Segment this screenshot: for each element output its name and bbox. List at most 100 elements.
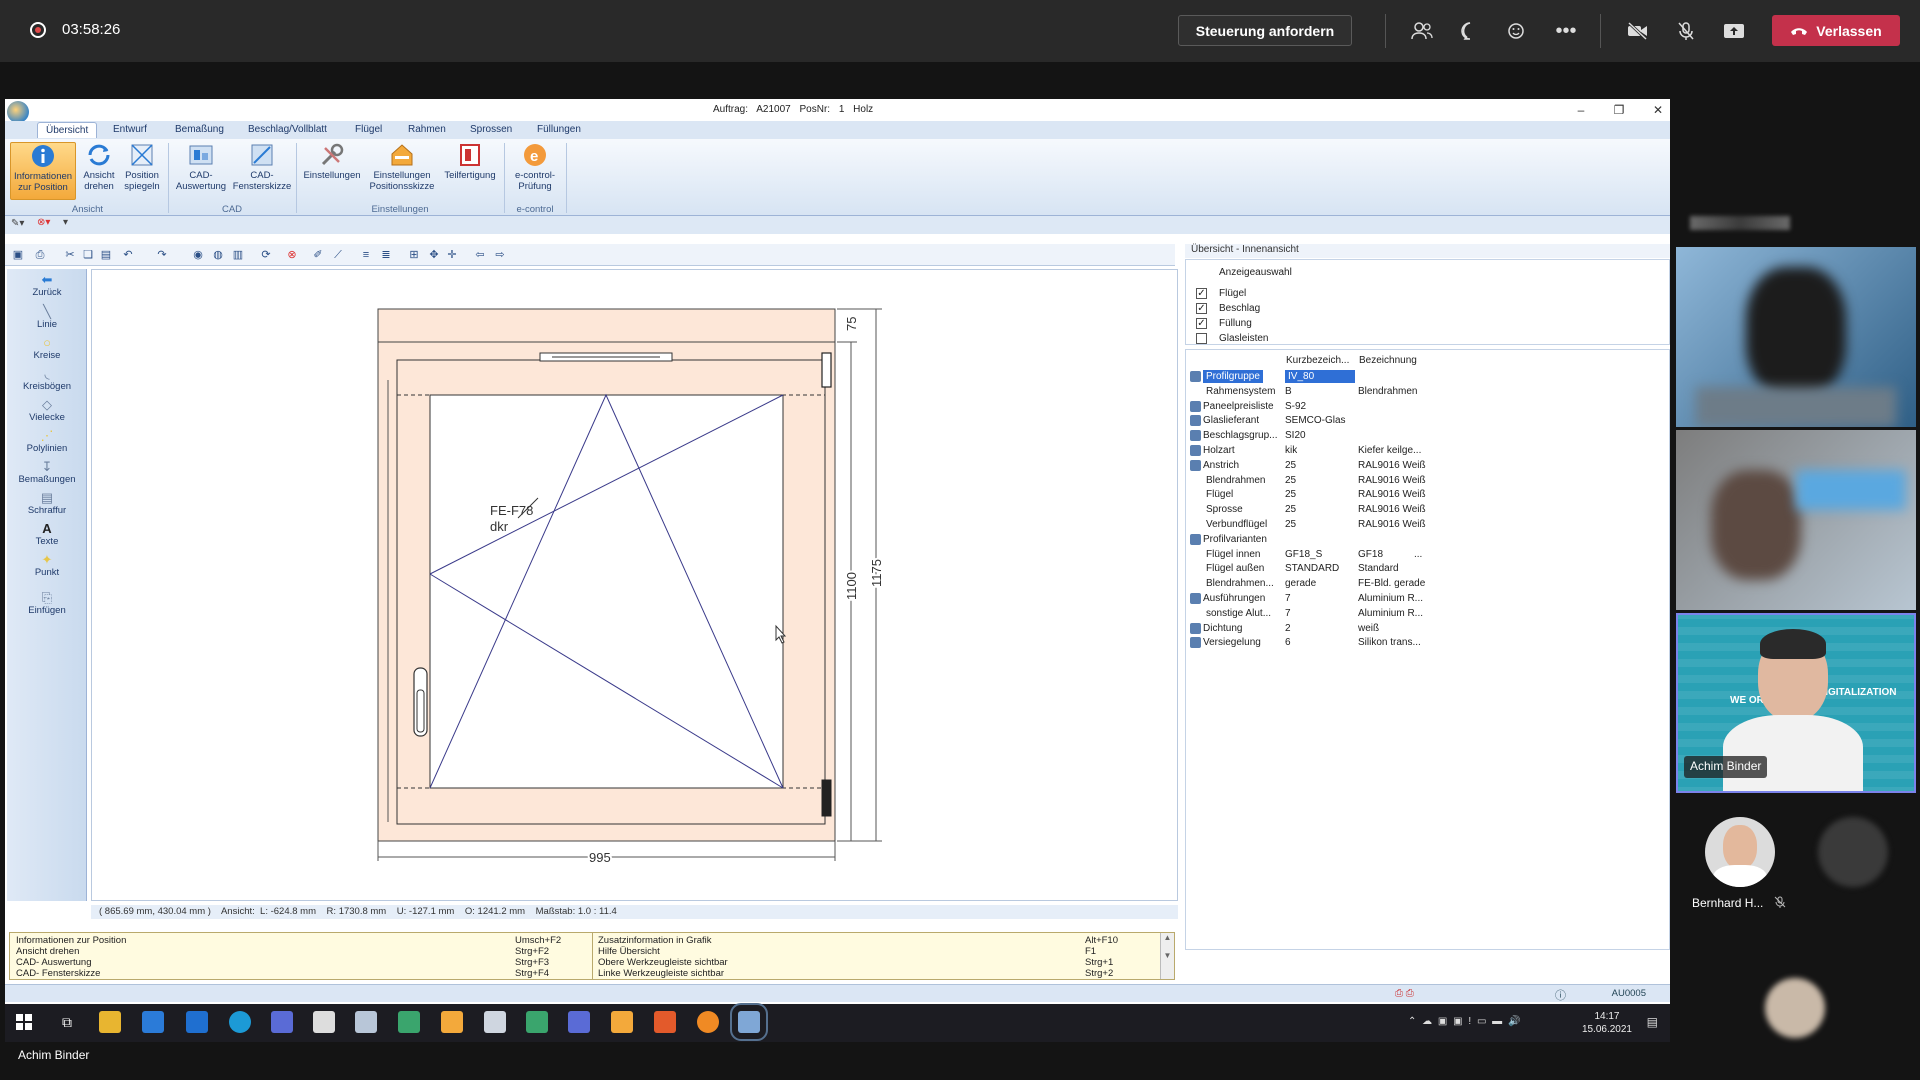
tab-fluegel[interactable]: Flügel <box>355 124 382 135</box>
app-icon-generic[interactable] <box>441 1011 463 1033</box>
paste-icon[interactable]: ▤ <box>99 248 113 262</box>
property-row[interactable]: Flügel 25 RAL9016 Weiß <box>1186 488 1670 502</box>
view-icon[interactable]: ◉ <box>191 248 205 262</box>
undo-icon[interactable]: ↶ <box>121 248 135 262</box>
property-row[interactable]: Glaslieferant SEMCO-Glas <box>1186 414 1670 428</box>
tab-bemassung[interactable]: Bemaßung <box>175 124 224 135</box>
property-row[interactable]: Profilgruppe IV_80 <box>1186 370 1670 384</box>
cad-sketch-button[interactable]: CAD-Fensterskizze <box>231 142 293 200</box>
chat-icon[interactable] <box>1456 17 1484 45</box>
app-icon-generic[interactable] <box>484 1011 506 1033</box>
outlook-icon[interactable] <box>186 1011 208 1033</box>
property-row[interactable]: Flügel außen STANDARD Standard <box>1186 562 1670 576</box>
tool-circles[interactable]: ○ Kreise <box>7 336 87 362</box>
property-row[interactable]: Verbundflügel 25 RAL9016 Weiß <box>1186 518 1670 532</box>
save-icon[interactable]: ▣ <box>11 248 25 262</box>
tab-beschlag[interactable]: Beschlag/Vollblatt <box>248 124 327 135</box>
participant-video-2[interactable] <box>1676 430 1916 610</box>
redo-icon[interactable]: ↷ <box>155 248 169 262</box>
stop-icon[interactable]: ⊗ <box>285 248 299 262</box>
more-options-icon[interactable]: ••• <box>1552 17 1580 45</box>
property-row[interactable]: Dichtung 2 weiß <box>1186 622 1670 636</box>
store-icon[interactable] <box>142 1011 164 1033</box>
firefox-icon[interactable] <box>697 1011 719 1033</box>
restore-icon[interactable]: ❐ <box>1609 101 1629 119</box>
settings-button[interactable]: Einstellungen <box>299 142 365 200</box>
refresh-icon[interactable]: ⟳ <box>259 248 273 262</box>
notification-icon[interactable]: ▤ <box>1647 1015 1658 1029</box>
tool-point[interactable]: ✦ Punkt <box>7 553 87 579</box>
property-row[interactable]: Versiegelung 6 Silikon trans... <box>1186 636 1670 650</box>
rotate-view-button[interactable]: Ansicht drehen <box>79 142 119 200</box>
windows-start-icon[interactable] <box>16 1014 34 1032</box>
tab-uebersicht[interactable]: Übersicht <box>37 122 98 138</box>
distribute-icon[interactable]: ≣ <box>379 248 393 262</box>
property-row[interactable]: Anstrich 25 RAL9016 Weiß <box>1186 459 1670 473</box>
app-icon-generic[interactable] <box>526 1011 548 1033</box>
avatar-blurred[interactable] <box>1818 817 1888 887</box>
property-row[interactable]: Flügel innen GF18_S GF18... <box>1186 548 1670 562</box>
mic-muted-icon[interactable] <box>1672 17 1700 45</box>
pan-icon[interactable]: ✥ <box>427 248 441 262</box>
quick-access-cancel-icon[interactable]: ⊗▾ <box>37 217 50 228</box>
part-production-button[interactable]: Teilfertigung <box>439 142 501 200</box>
property-row[interactable]: Blendrahmen... gerade FE-Bld. gerade <box>1186 577 1670 591</box>
info-position-button[interactable]: Informationen zur Position <box>10 142 76 200</box>
app-icon-generic[interactable] <box>568 1011 590 1033</box>
brush-icon[interactable]: ✐ <box>311 248 325 262</box>
tool-polygons[interactable]: ◇ Vielecke <box>7 398 87 424</box>
arrow-left-icon[interactable]: ⇦ <box>473 248 487 262</box>
property-row[interactable]: Holzart kik Kiefer keilge... <box>1186 444 1670 458</box>
cad-app-icon[interactable] <box>730 1003 768 1041</box>
explorer-icon[interactable] <box>99 1011 121 1033</box>
camera-off-icon[interactable] <box>1624 17 1652 45</box>
avatar-bernhard[interactable] <box>1705 817 1775 887</box>
property-row[interactable]: Sprosse 25 RAL9016 Weiß <box>1186 503 1670 517</box>
quick-access-customize-icon[interactable]: ▾ <box>63 217 68 228</box>
tool-insert[interactable]: ⎘ Einfügen <box>7 591 87 617</box>
cad-evaluation-button[interactable]: CAD-Auswertung <box>171 142 231 200</box>
checkbox-beschlag[interactable]: ✓ <box>1196 303 1207 314</box>
move-icon[interactable]: ✛ <box>445 248 459 262</box>
help-scrollbar[interactable]: ▲ ▼ <box>1160 933 1174 979</box>
share-screen-icon[interactable] <box>1720 17 1748 45</box>
app-icon-generic[interactable] <box>611 1011 633 1033</box>
app-icon-generic[interactable] <box>355 1011 377 1033</box>
mirror-position-button[interactable]: Position spiegeln <box>120 142 164 200</box>
tool-arcs[interactable]: ◟ Kreisbögen <box>7 367 87 393</box>
tab-rahmen[interactable]: Rahmen <box>408 124 446 135</box>
e-control-check-button[interactable]: e e-control-Prüfung <box>507 142 563 200</box>
checkbox-fuellung[interactable]: ✓ <box>1196 318 1207 329</box>
teams-icon[interactable] <box>271 1011 293 1033</box>
measure-icon[interactable]: ⟋ <box>331 248 345 262</box>
avatar-blurred-bottom[interactable] <box>1765 978 1825 1038</box>
layers-icon[interactable]: ◍ <box>211 248 225 262</box>
align-icon[interactable]: ≡ <box>359 248 373 262</box>
property-row[interactable]: Beschlagsgrup... SI20 <box>1186 429 1670 443</box>
property-row[interactable]: Profilvarianten <box>1186 533 1670 547</box>
copy-icon[interactable]: ❏ <box>81 248 95 262</box>
tool-hatching[interactable]: ▤ Schraffur <box>7 491 87 517</box>
close-icon[interactable]: ✕ <box>1648 101 1668 119</box>
tool-line[interactable]: ╲ Linie <box>7 305 87 331</box>
status-print-icon[interactable]: ⎙ ⎙ <box>1395 988 1414 999</box>
tool-texts[interactable]: A Texte <box>7 522 87 548</box>
minimize-icon[interactable]: – <box>1571 101 1591 119</box>
participants-icon[interactable] <box>1408 17 1436 45</box>
property-row[interactable]: Paneelpreisliste S-92 <box>1186 400 1670 414</box>
property-row[interactable]: Blendrahmen 25 RAL9016 Weiß <box>1186 474 1670 488</box>
system-tray-icons[interactable]: ⌃ ☁ ▣ ▣ ! ▭ ▬ 🔊 <box>1408 1016 1548 1042</box>
tab-sprossen[interactable]: Sprossen <box>470 124 512 135</box>
task-view-icon[interactable]: ⧉ <box>56 1011 78 1033</box>
app-icon-generic[interactable] <box>654 1011 676 1033</box>
property-more-button[interactable]: ... <box>1414 548 1422 561</box>
property-row[interactable]: Rahmensystem B Blendrahmen <box>1186 385 1670 399</box>
print-icon[interactable]: ⎙ <box>33 248 47 262</box>
checkbox-glasleisten[interactable] <box>1196 333 1207 344</box>
tool-polylines[interactable]: ⋰ Polylinien <box>7 429 87 455</box>
property-row[interactable]: sonstige Alut... 7 Aluminium R... <box>1186 607 1670 621</box>
arrow-right-icon[interactable]: ⇨ <box>493 248 507 262</box>
app-icon-generic[interactable] <box>398 1011 420 1033</box>
tab-entwurf[interactable]: Entwurf <box>113 124 147 135</box>
help-icon[interactable]: ⓘ <box>1555 987 1566 1003</box>
